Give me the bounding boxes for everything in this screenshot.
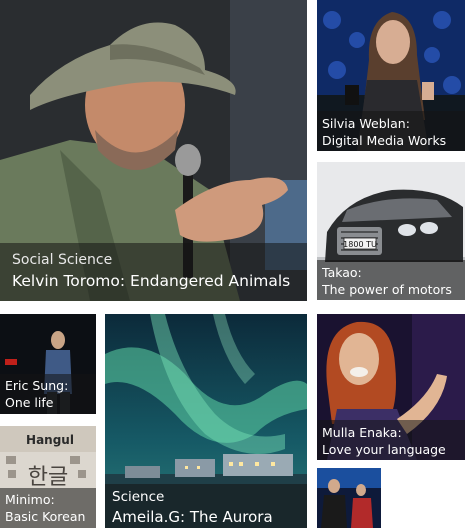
- tile-category: Science: [112, 489, 165, 505]
- talk-title: Basic Korean: [5, 509, 86, 524]
- speaker-photo: [317, 468, 381, 528]
- talk-tile-takao[interactable]: 1800 TU Takao: The power of motors: [317, 162, 465, 300]
- tile-caption: Minimo: Basic Korean: [0, 488, 96, 528]
- talk-tile-duo[interactable]: [317, 468, 381, 528]
- speaker-name: Mulla Enaka:: [322, 425, 402, 440]
- talk-tile-silvia-weblan[interactable]: Silvia Weblan: Digital Media Works: [317, 0, 465, 151]
- speaker-name: Eric Sung:: [5, 378, 69, 393]
- tile-category: Social Science: [12, 252, 113, 268]
- tile-caption: Social Science Kelvin Toromo: Endangered…: [0, 243, 307, 301]
- tile-caption: Eric Sung: One life: [0, 374, 96, 414]
- talk-tile-mulla-enaka[interactable]: Mulla Enaka: Love your language: [317, 314, 465, 460]
- talk-tile-eric-sung[interactable]: Eric Sung: One life: [0, 314, 96, 414]
- speaker-name: Minimo:: [5, 492, 55, 507]
- talk-title: One life: [5, 395, 54, 410]
- tile-caption: Science Ameila.G: The Aurora: [105, 484, 307, 528]
- tile-caption: Mulla Enaka: Love your language: [317, 420, 465, 460]
- speaker-name: Silvia Weblan:: [322, 116, 410, 131]
- tile-title: Ameila.G: The Aurora: [112, 508, 273, 526]
- book-glyphs: 한글: [28, 465, 68, 490]
- talk-tile-kelvin-toromo[interactable]: Social Science Kelvin Toromo: Endangered…: [0, 0, 307, 301]
- talk-tile-ameila-aurora[interactable]: Science Ameila.G: The Aurora: [105, 314, 307, 528]
- talk-title: The power of motors: [322, 282, 452, 297]
- talk-title: Love your language: [322, 442, 446, 457]
- speaker-name: Takao:: [322, 265, 362, 280]
- tile-caption: Silvia Weblan: Digital Media Works: [317, 111, 465, 151]
- talk-title: Digital Media Works: [322, 133, 447, 148]
- tile-title: Kelvin Toromo: Endangered Animals: [12, 272, 291, 290]
- license-plate: 1800 TU: [343, 240, 377, 249]
- book-title: Hangul: [26, 433, 74, 447]
- talk-tile-minimo[interactable]: Hangul 한글 Minimo: Basic Korean: [0, 426, 96, 528]
- tile-caption: Takao: The power of motors: [317, 260, 465, 300]
